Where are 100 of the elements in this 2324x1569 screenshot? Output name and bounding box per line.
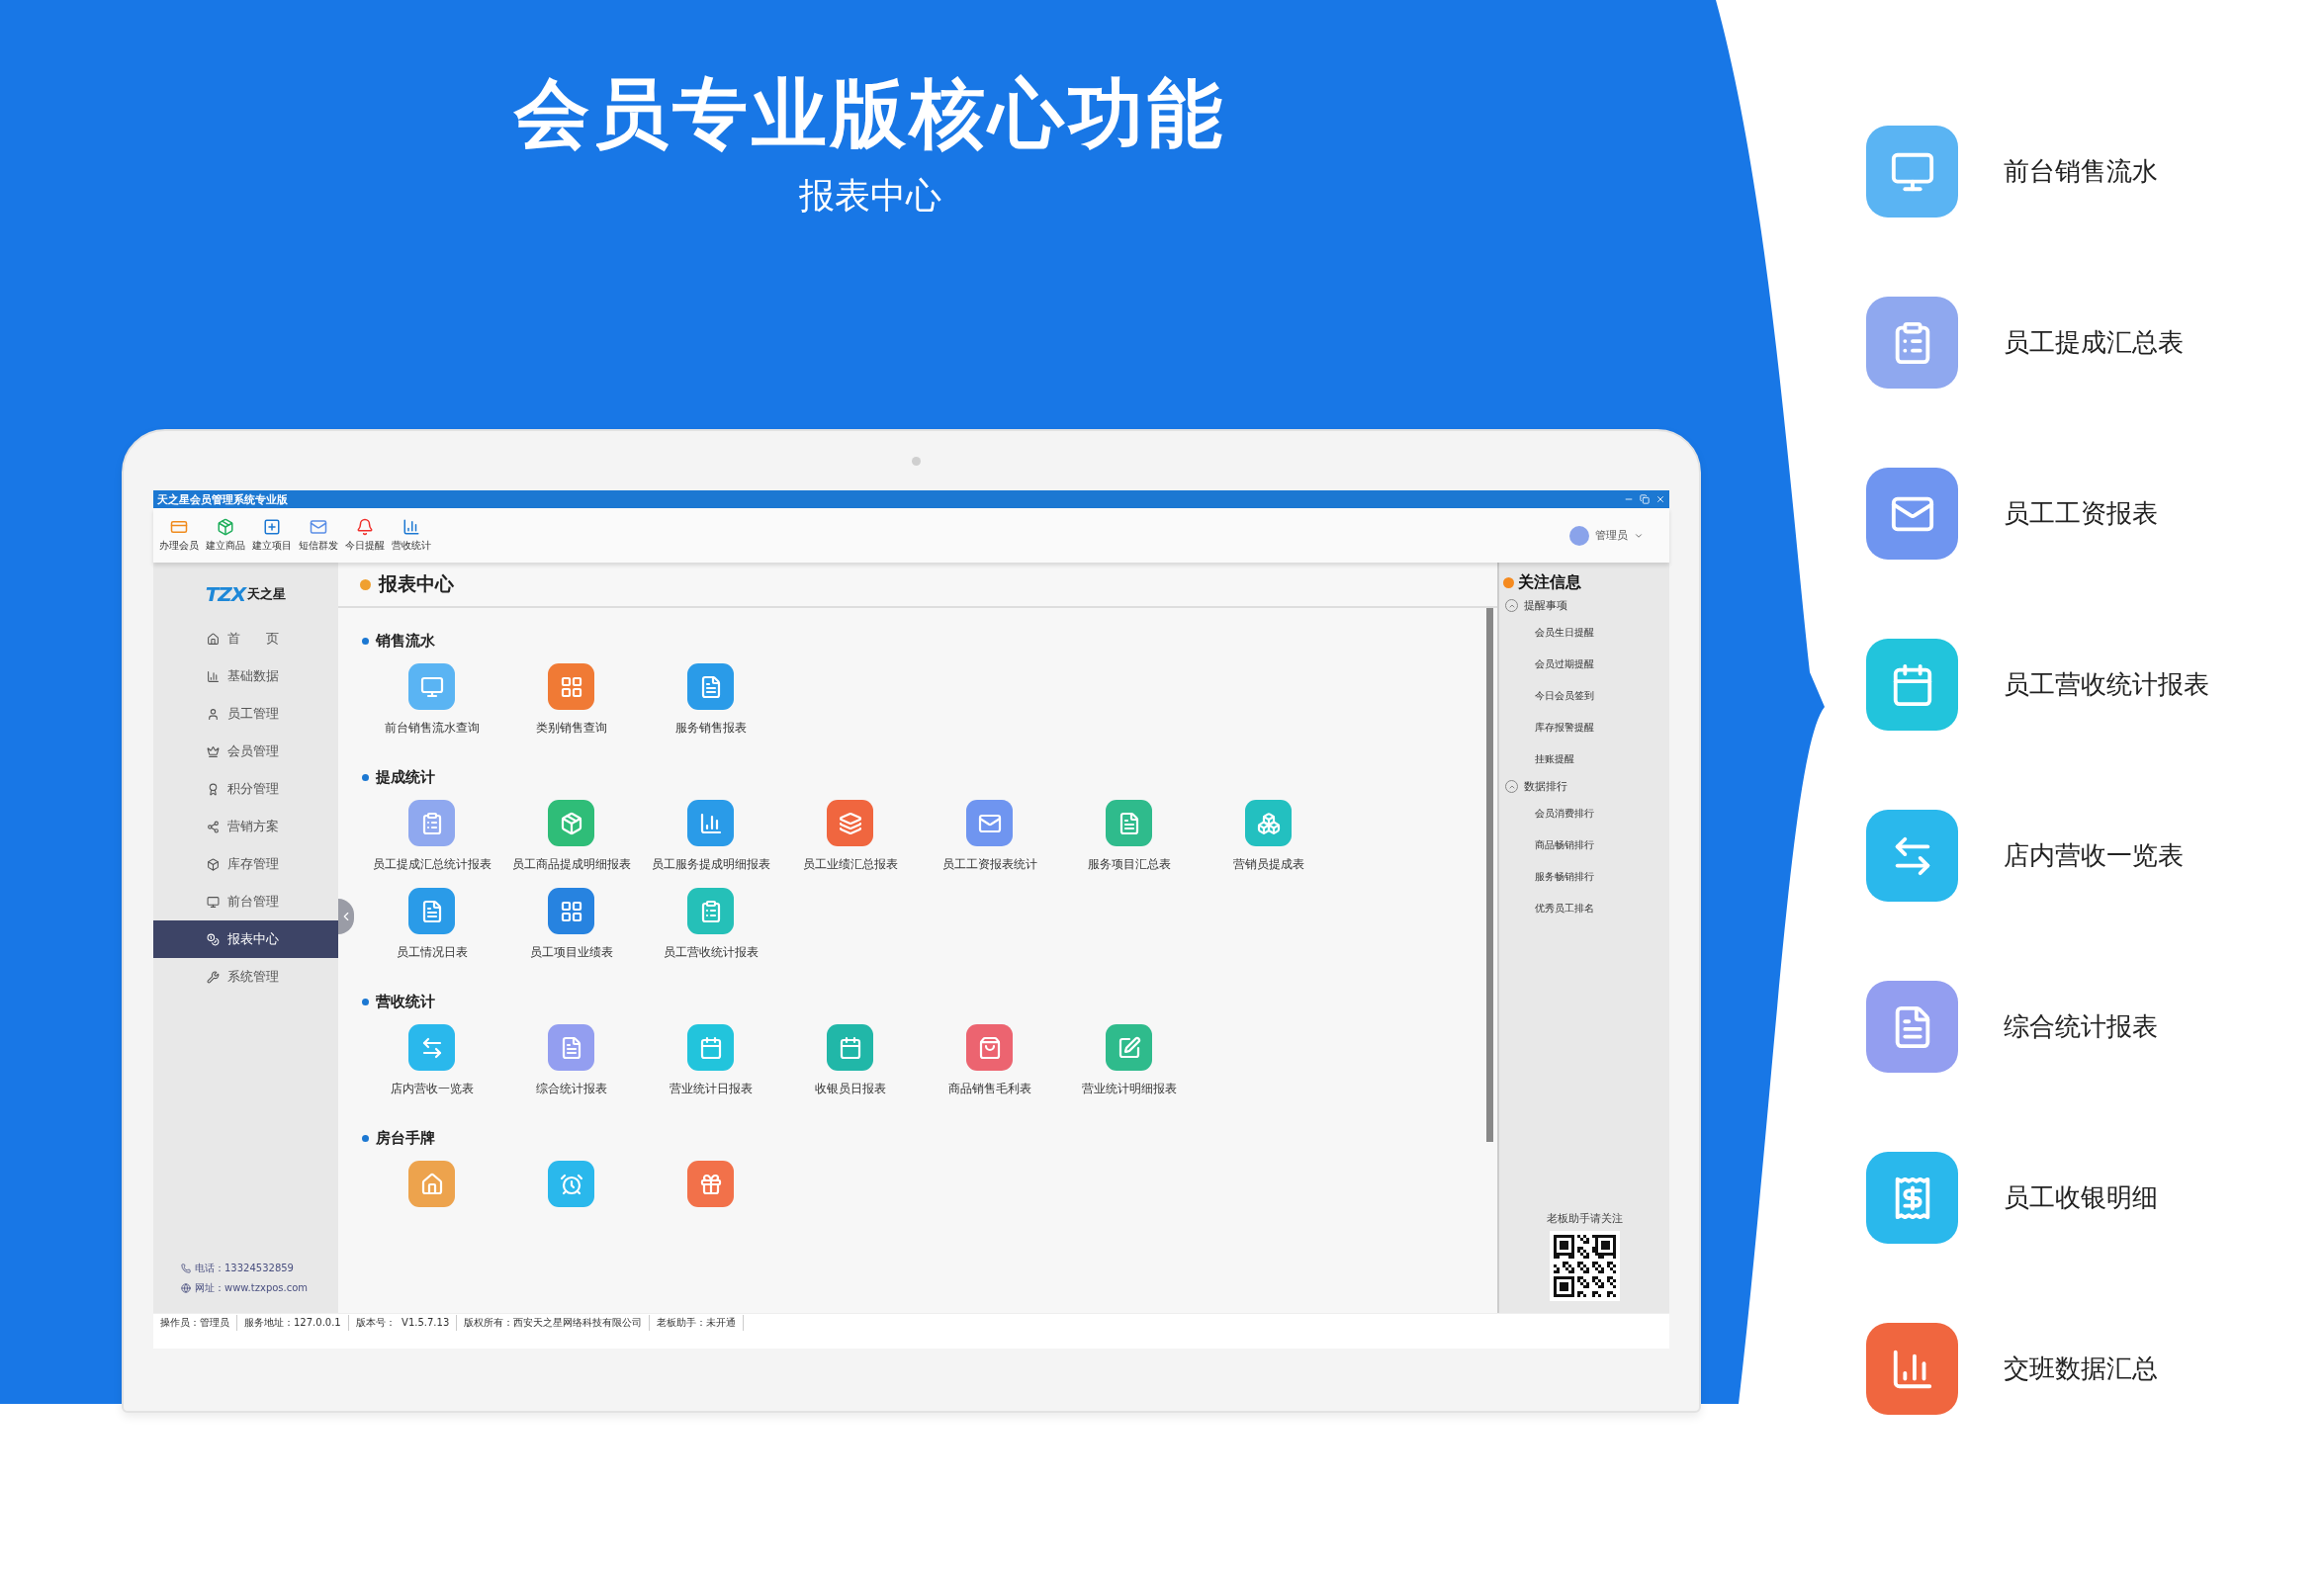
sidebar-item[interactable]: 库存管理 bbox=[153, 845, 338, 883]
sidebar-item[interactable]: 会员管理 bbox=[153, 733, 338, 770]
grid-icon bbox=[559, 674, 583, 699]
status-text: 服务地址：127.0.0.1 bbox=[237, 1315, 349, 1331]
gift-icon bbox=[698, 1172, 723, 1196]
bullet-icon bbox=[362, 637, 369, 645]
banner-title: 会员专业版核心功能 bbox=[514, 69, 1226, 158]
calendar-icon bbox=[838, 1035, 862, 1060]
alarm-clock-icon bbox=[559, 1172, 583, 1196]
user-menu[interactable]: 管理员 bbox=[1564, 524, 1650, 547]
panel-link[interactable]: 会员生日提醒 bbox=[1499, 617, 1669, 649]
sidebar-item[interactable]: 首 页 bbox=[153, 620, 338, 657]
logo-mark: TZX bbox=[205, 582, 246, 606]
panel-link[interactable]: 库存报警提醒 bbox=[1499, 712, 1669, 743]
panel-link[interactable]: 挂账提醒 bbox=[1499, 743, 1669, 775]
sidebar-item[interactable]: 系统管理 bbox=[153, 958, 338, 996]
group-toggle[interactable]: 数据排行 bbox=[1499, 775, 1669, 798]
panel-title: 关注信息 bbox=[1518, 571, 1581, 593]
box-icon bbox=[207, 857, 220, 871]
report-tile[interactable]: 收银员日报表 bbox=[780, 1024, 920, 1097]
panel-link[interactable]: 今日会员签到 bbox=[1499, 680, 1669, 712]
sidebar-item[interactable]: 员工管理 bbox=[153, 695, 338, 733]
sidebar-item[interactable]: 营销方案 bbox=[153, 808, 338, 845]
toolbar-button[interactable]: 营收统计 bbox=[388, 518, 434, 553]
close-icon[interactable] bbox=[1655, 494, 1665, 504]
monitor-icon bbox=[419, 674, 444, 699]
feature-label: 交班数据汇总 bbox=[2004, 1352, 2158, 1385]
camera-dot bbox=[911, 457, 921, 466]
report-tile[interactable]: 营业统计明细报表 bbox=[1059, 1024, 1199, 1097]
package-icon bbox=[216, 518, 234, 536]
panel-link[interactable]: 商品畅销排行 bbox=[1499, 829, 1669, 861]
report-tile[interactable]: 员工提成汇总统计报表 bbox=[362, 800, 501, 873]
qr-code bbox=[1549, 1231, 1620, 1301]
chart-icon bbox=[207, 669, 220, 683]
feature-label: 店内营收一览表 bbox=[2004, 839, 2184, 872]
monitor-icon bbox=[207, 895, 220, 909]
panel-link[interactable]: 服务畅销排行 bbox=[1499, 861, 1669, 893]
toolbar-button[interactable]: 建立商品 bbox=[202, 518, 248, 553]
panel-link[interactable]: 会员消费排行 bbox=[1499, 798, 1669, 829]
content-title: 报表中心 bbox=[379, 571, 454, 596]
section-title: 房台手牌 bbox=[376, 1128, 435, 1148]
report-tile[interactable]: 前台销售流水查询 bbox=[362, 663, 501, 737]
status-text: 老板助手：未开通 bbox=[650, 1315, 745, 1331]
user-icon bbox=[207, 707, 220, 721]
card-icon bbox=[169, 518, 188, 536]
bullet-icon bbox=[362, 1134, 369, 1142]
grid-icon bbox=[559, 899, 583, 923]
tools-icon bbox=[207, 970, 220, 984]
status-text: 版权所有：西安天之星网络科技有限公司 bbox=[457, 1315, 651, 1331]
report-tile[interactable]: 员工项目业绩表 bbox=[501, 888, 641, 961]
panel-link[interactable]: 会员过期提醒 bbox=[1499, 649, 1669, 680]
status-text: 操作员：管理员 bbox=[153, 1315, 237, 1331]
section-title: 销售流水 bbox=[376, 631, 435, 651]
report-tile[interactable]: 店内营收一览表 bbox=[362, 1024, 501, 1097]
qr-caption: 老板助手请关注 bbox=[1545, 1211, 1624, 1226]
bullet-icon bbox=[362, 998, 369, 1005]
panel-link[interactable]: 优秀员工排名 bbox=[1499, 893, 1669, 924]
toolbar-button[interactable]: 建立项目 bbox=[248, 518, 295, 553]
crown-icon bbox=[207, 744, 220, 758]
medal-icon bbox=[207, 782, 220, 796]
report-tile[interactable]: 类别销售查询 bbox=[501, 663, 641, 737]
report-tile[interactable]: 营业统计日报表 bbox=[641, 1024, 780, 1097]
envelope-icon bbox=[309, 518, 327, 536]
header-dot bbox=[1503, 576, 1514, 588]
report-tile[interactable]: 员工情况日表 bbox=[362, 888, 501, 961]
toolbar-button[interactable]: 今日提醒 bbox=[341, 518, 388, 553]
sidebar-item[interactable]: 积分管理 bbox=[153, 770, 338, 808]
add-square-icon bbox=[262, 518, 281, 536]
feature-label: 前台销售流水 bbox=[2004, 155, 2158, 188]
group-toggle[interactable]: 提醒事项 bbox=[1499, 594, 1669, 617]
report-tile[interactable]: 员工工资报表统计 bbox=[920, 800, 1059, 873]
banner-subtitle: 报表中心 bbox=[799, 174, 941, 218]
toolbar-button[interactable]: 短信群发 bbox=[295, 518, 341, 553]
report-tile[interactable]: 服务项目汇总表 bbox=[1059, 800, 1199, 873]
phone-icon bbox=[181, 1264, 191, 1273]
logo-name: 天之星 bbox=[247, 585, 287, 603]
report-tile[interactable]: 营销员提成表 bbox=[1199, 800, 1338, 873]
chart-icon bbox=[698, 811, 723, 835]
calendar-icon bbox=[698, 1035, 723, 1060]
report-tile[interactable]: 综合统计报表 bbox=[501, 1024, 641, 1097]
cubes-icon bbox=[1256, 811, 1281, 835]
report-tile[interactable]: 员工服务提成明细报表 bbox=[641, 800, 780, 873]
restore-icon[interactable] bbox=[1640, 494, 1650, 504]
report-tile[interactable]: 员工商品提成明细报表 bbox=[501, 800, 641, 873]
section-title: 营收统计 bbox=[376, 992, 435, 1011]
report-tile[interactable]: 服务销售报表 bbox=[641, 663, 780, 737]
feature-label: 员工收银明细 bbox=[2004, 1181, 2158, 1214]
globe-icon bbox=[181, 1283, 191, 1293]
scrollbar[interactable] bbox=[1486, 608, 1493, 1142]
sidebar-item[interactable]: 前台管理 bbox=[153, 883, 338, 920]
report-tile[interactable]: 商品销售毛利表 bbox=[920, 1024, 1059, 1097]
header-dot bbox=[360, 578, 371, 590]
bell-icon bbox=[355, 518, 374, 536]
sidebar-item[interactable]: 报表中心 bbox=[153, 920, 338, 958]
report-tile[interactable]: 员工营收统计报表 bbox=[641, 888, 780, 961]
report-tile[interactable]: 员工业绩汇总报表 bbox=[780, 800, 920, 873]
toolbar-button[interactable]: 办理会员 bbox=[155, 518, 202, 553]
feature-label: 综合统计报表 bbox=[2004, 1010, 2158, 1043]
sidebar-item[interactable]: 基础数据 bbox=[153, 657, 338, 695]
nodes-icon bbox=[207, 820, 220, 833]
